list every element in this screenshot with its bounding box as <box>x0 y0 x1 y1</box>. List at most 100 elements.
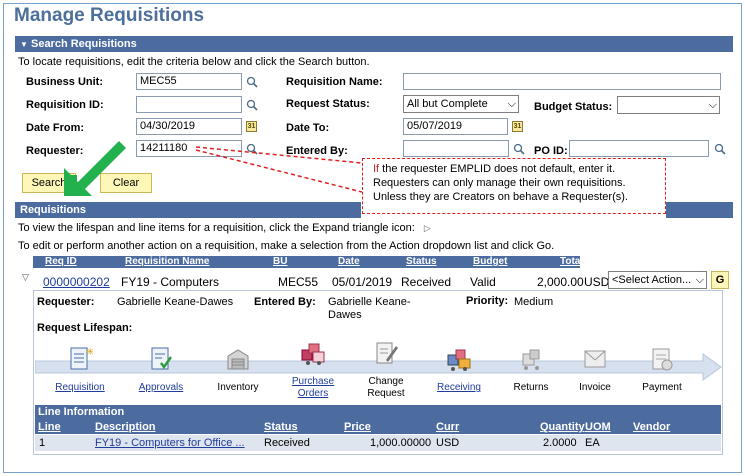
entered-by-input[interactable] <box>403 140 509 157</box>
change-request-icon <box>376 342 398 364</box>
collapse-triangle-icon[interactable]: ▽ <box>22 272 29 283</box>
requester-lookup-icon[interactable] <box>246 143 258 155</box>
line-information-row: 1 FY19 - Computers for Office ... Receiv… <box>35 435 721 451</box>
col-price[interactable]: Price <box>344 420 371 434</box>
go-button[interactable]: G <box>711 271 729 289</box>
requester-input[interactable]: 14211180 <box>136 140 242 157</box>
search-button[interactable]: Search <box>22 173 76 193</box>
calendar-icon[interactable]: 31 <box>512 121 523 132</box>
col-status[interactable]: Status <box>264 420 298 434</box>
lifespan-returns: Returns <box>499 346 563 394</box>
invoice-icon <box>584 350 606 368</box>
payment-icon <box>652 348 673 371</box>
lifespan-purchase-orders[interactable]: Purchase Orders <box>281 340 345 400</box>
calendar-icon[interactable]: 31 <box>246 121 257 132</box>
po-id-lookup-icon[interactable] <box>714 143 726 155</box>
detail-entered-by-value-2: Dawes <box>328 309 362 321</box>
action-select[interactable]: <Select Action... ⌵ <box>608 271 707 289</box>
date-to-input[interactable]: 05/07/2019 <box>403 118 508 135</box>
req-total: 2,000.00 <box>537 275 584 289</box>
request-status-select[interactable]: All but Complete ⌵ <box>403 95 519 113</box>
detail-entered-by-label: Entered By: <box>254 296 316 308</box>
lifespan-label-approvals[interactable]: Approvals <box>129 382 193 394</box>
req-id-link[interactable]: 0000000202 <box>43 275 110 289</box>
inventory-icon <box>227 349 249 370</box>
request-status-value: All but Complete <box>407 98 488 110</box>
col-total[interactable]: Total <box>560 256 583 268</box>
lifespan-label-receiving[interactable]: Receiving <box>427 382 491 394</box>
col-uom[interactable]: UOM <box>585 420 611 434</box>
req-name: FY19 - Computers <box>121 275 220 289</box>
lifespan-invoice: Invoice <box>563 346 627 394</box>
collapse-triangle-icon[interactable]: ▼ <box>20 40 28 49</box>
col-vendor[interactable]: Vendor <box>633 420 670 434</box>
detail-priority-label: Priority: <box>466 295 509 307</box>
col-date[interactable]: Date <box>338 256 360 268</box>
lifespan-label-purchase[interactable]: Purchase <box>281 376 345 388</box>
budget-status-select[interactable]: ⌵ <box>617 96 720 114</box>
lifespan-label-orders[interactable]: Orders <box>281 388 345 400</box>
col-budget[interactable]: Budget <box>473 256 507 268</box>
col-quantity[interactable]: Quantity <box>540 420 585 434</box>
col-status[interactable]: Status <box>406 256 437 268</box>
business-unit-lookup-icon[interactable] <box>246 76 258 88</box>
requisition-id-label: Requisition ID: <box>26 99 104 111</box>
col-bu[interactable]: BU <box>273 256 287 268</box>
lifespan-requisition[interactable]: ✳ Requisition <box>48 346 112 394</box>
budget-status-label: Budget Status: <box>534 101 613 113</box>
col-description[interactable]: Description <box>95 420 156 434</box>
search-instructions: To locate requisitions, edit the criteri… <box>18 56 370 68</box>
requisitions-table-header: Req ID Requisition Name BU Date Status B… <box>33 256 583 268</box>
lifespan-label: Request Lifespan: <box>37 322 133 334</box>
purchase-orders-icon <box>301 343 325 365</box>
line-number: 1 <box>39 437 46 449</box>
col-line[interactable]: Line <box>38 420 61 434</box>
search-section-header[interactable]: ▼ Search Requisitions <box>15 36 733 52</box>
receiving-icon <box>447 349 471 371</box>
col-curr[interactable]: Curr <box>436 420 459 434</box>
requisitions-section-header: Requisitions <box>15 202 361 218</box>
po-id-input[interactable] <box>569 140 709 157</box>
detail-priority-value: Medium <box>514 296 554 308</box>
lifespan-label-requisition[interactable]: Requisition <box>48 382 112 394</box>
line-status: Received <box>264 437 310 449</box>
line-price: 1,000.00000 <box>370 437 432 449</box>
col-req-id[interactable]: Req ID <box>45 256 77 268</box>
clear-button[interactable]: Clear <box>100 173 152 193</box>
lifespan-label-invoice: Invoice <box>579 382 611 393</box>
entered-by-lookup-icon[interactable] <box>513 143 525 155</box>
date-to-label: Date To: <box>286 122 330 134</box>
returns-icon <box>522 349 540 370</box>
line-uom: EA <box>585 437 600 449</box>
col-requisition-name[interactable]: Requisition Name <box>125 256 209 268</box>
req-bu: MEC55 <box>278 275 319 289</box>
callout-line1: the requester EMPLID does not default, e… <box>379 163 616 175</box>
callout-line2: Requesters can only manage their own req… <box>373 177 626 189</box>
page-title: Manage Requisitions <box>14 5 205 26</box>
svg-text:✳: ✳ <box>86 347 93 358</box>
requester-label: Requester: <box>26 145 84 157</box>
detail-requester-value: Gabrielle Keane-Dawes <box>117 296 234 308</box>
lifespan-payment: Payment <box>630 346 694 394</box>
lifespan-approvals[interactable]: Approvals <box>129 346 193 394</box>
requisition-id-input[interactable] <box>136 96 242 113</box>
requisition-id-lookup-icon[interactable] <box>246 99 258 111</box>
lifespan-label-request: Request <box>367 388 405 399</box>
action-select-value: <Select Action... <box>612 274 692 286</box>
entered-by-label: Entered By: <box>286 145 348 157</box>
lifespan-change-request: Change Request <box>354 340 418 400</box>
line-description-link[interactable]: FY19 - Computers for Office ... <box>95 435 245 451</box>
lifespan-receiving[interactable]: Receiving <box>427 346 491 394</box>
requisition-name-input[interactable] <box>403 73 721 90</box>
date-from-label: Date From: <box>26 122 85 134</box>
date-from-input[interactable]: 04/30/2019 <box>136 118 242 135</box>
chevron-down-icon: ⌵ <box>708 99 717 111</box>
requisitions-instructions-2: To edit or perform another action on a r… <box>18 240 555 252</box>
req-currency: USD <box>584 275 610 289</box>
chevron-down-icon: ⌵ <box>507 98 516 110</box>
business-unit-input[interactable]: MEC55 <box>136 73 242 90</box>
chevron-down-icon: ⌵ <box>695 274 704 286</box>
request-status-label: Request Status: <box>286 98 370 110</box>
lifespan-label-inventory: Inventory <box>217 382 259 393</box>
requisition-icon: ✳ <box>70 347 94 370</box>
